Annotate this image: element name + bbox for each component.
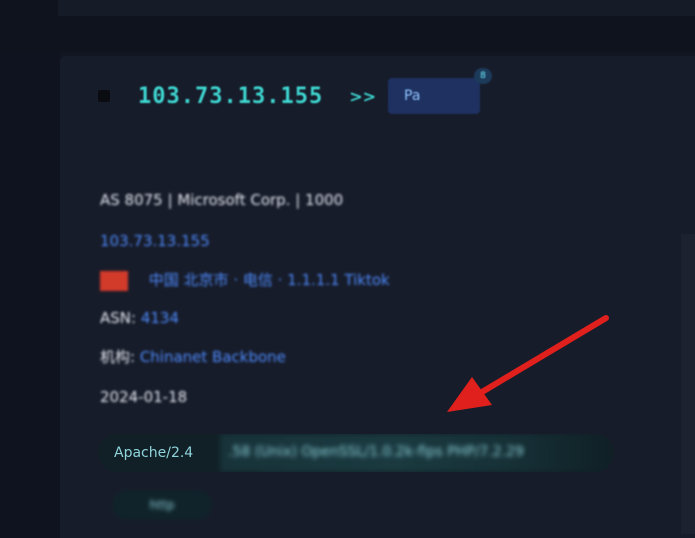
org-line: AS 8075 | Microsoft Corp. | 1000 — [100, 191, 344, 209]
asn-value-link[interactable]: 4134 — [141, 309, 179, 327]
ip-address-link[interactable]: 103.73.13.155 — [138, 84, 323, 109]
hostname-link[interactable]: 103.73.13.155 — [100, 232, 210, 250]
scrollbar[interactable] — [681, 234, 695, 534]
china-flag-icon — [100, 270, 128, 291]
open-link-icon[interactable]: >> — [349, 87, 376, 106]
location-extra[interactable]: · 电信 · 1.1.1.1 Tiktok — [233, 271, 389, 289]
tag-count-badge: 8 — [474, 68, 492, 84]
last-seen-date: 2024-01-18 — [100, 388, 188, 406]
hostname-line[interactable]: 103.73.13.155 — [100, 231, 210, 251]
location-line: 中国 北京市 · 电信 · 1.1.1.1 Tiktok — [100, 270, 390, 291]
tag-chip[interactable]: Pa 8 — [388, 68, 492, 114]
top-bar — [0, 0, 695, 52]
organization-value-link[interactable]: Chinanet Backbone — [140, 348, 286, 366]
organization-key: 机构: — [100, 348, 140, 366]
protocol-chip[interactable]: http — [112, 490, 212, 520]
organization-line: 机构: Chinanet Backbone — [100, 347, 286, 367]
host-header: 103.73.13.155 >> Pa 8 — [98, 68, 492, 116]
asn-key: ASN: — [100, 309, 141, 327]
service-banner[interactable]: Apache/2.4 .58 (Unix) OpenSSL/1.0.2k-fip… — [98, 434, 614, 472]
location-link[interactable]: 中国 北京市 — [149, 271, 229, 289]
host-bullet-icon — [98, 90, 110, 102]
top-bar-strip — [58, 0, 695, 16]
banner-text-hidden: .58 (Unix) OpenSSL/1.0.2k-fips PHP/7.2.2… — [228, 444, 524, 460]
banner-text: Apache/2.4 — [114, 445, 194, 461]
asn-line: ASN: 4134 — [100, 308, 179, 328]
left-gutter — [0, 52, 60, 538]
tag-label: Pa — [404, 88, 421, 104]
